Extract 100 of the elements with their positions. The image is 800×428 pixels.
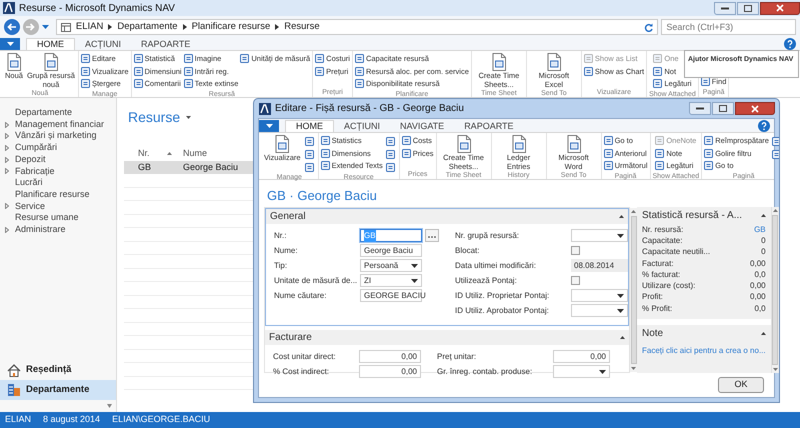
scrollbar[interactable] [629, 208, 637, 372]
icon-button[interactable] [304, 148, 316, 160]
icon-button[interactable] [770, 135, 779, 147]
help-icon[interactable] [758, 120, 770, 132]
collapse-icon [760, 332, 766, 336]
nav-item[interactable]: Lucrări [0, 177, 116, 189]
expand-icon [5, 203, 9, 210]
factbox-label: Facturat: [642, 258, 674, 270]
breadcrumb-link[interactable]: ELIAN [76, 20, 104, 34]
factbox-value: 0,00 [750, 258, 766, 270]
nav-item[interactable]: Administrare [0, 224, 116, 236]
breadcrumb-link[interactable]: Resurse [284, 20, 320, 34]
maximize-button[interactable] [737, 2, 759, 14]
table-row[interactable]: GB George Baciu [124, 161, 253, 174]
dropdown-field[interactable]: Persoană [360, 259, 422, 272]
checkbox[interactable] [571, 276, 580, 285]
navigation-pane-button[interactable]: Departamente [0, 380, 116, 400]
nav-item[interactable]: Departamente [0, 107, 116, 119]
building-icon [7, 383, 21, 397]
dropdown-field[interactable] [571, 304, 628, 317]
nav-item[interactable]: Fabricație [0, 165, 116, 178]
command-icon [134, 66, 142, 76]
nav-item[interactable]: Vânzări și marketing [0, 130, 116, 142]
field-label: Cost unitar direct: [273, 350, 337, 362]
icon-button[interactable] [304, 135, 316, 147]
close-button[interactable] [735, 102, 775, 115]
create-note-link[interactable]: Faceți clic aici pentru a crea o no... [642, 345, 766, 358]
command-icon [653, 66, 662, 76]
ribbon-tab[interactable]: ACȚIUNI [334, 120, 390, 132]
refresh-icon[interactable] [644, 22, 654, 32]
breadcrumb-link[interactable]: Departamente [117, 20, 178, 34]
command-icon [402, 136, 411, 146]
nav-item[interactable]: Service [0, 200, 116, 212]
dropdown-field[interactable]: ZI [360, 274, 422, 287]
dropdown-field[interactable] [571, 289, 628, 302]
scroll-up-icon [631, 210, 636, 213]
document-icon [42, 53, 59, 71]
dropdown-field[interactable] [553, 365, 610, 378]
field-label: Preț unitar: [437, 350, 478, 362]
dropdown-field[interactable] [571, 229, 628, 242]
factbox-header[interactable]: Statistică resursă - A... [642, 207, 766, 224]
ok-button[interactable]: OK [718, 377, 764, 393]
nav-item[interactable]: Resurse umane [0, 212, 116, 224]
command-icon [305, 162, 314, 172]
number-field[interactable]: 0,00 [553, 350, 610, 363]
icon-button[interactable] [384, 148, 397, 160]
icon-button[interactable] [384, 161, 397, 173]
document-icon [510, 135, 527, 153]
menu-button[interactable] [259, 120, 279, 132]
maximize-button[interactable] [712, 102, 734, 115]
address-field[interactable]: ELIAN Departamente Planificare resurse Resurse [56, 19, 658, 35]
nav-item[interactable]: Depozit [0, 154, 116, 166]
field-label: ID Utiliz. Aprobator Pontaj: [455, 304, 550, 316]
number-field[interactable]: 0,00 [359, 350, 421, 363]
factbox-value: 0 [761, 234, 766, 247]
icon-button[interactable] [384, 135, 397, 147]
ribbon-tab[interactable]: NAVIGATE [390, 120, 454, 132]
minimize-button[interactable] [714, 2, 736, 14]
chevron-down-icon[interactable] [107, 404, 112, 408]
icon-button[interactable] [770, 148, 779, 160]
app-logo-icon [3, 2, 15, 14]
text-field[interactable]: George Baciu [360, 244, 422, 257]
collapse-icon [619, 215, 624, 218]
minimize-button[interactable] [689, 102, 711, 115]
ribbon-tab[interactable]: RAPOARTE [454, 120, 524, 132]
nav-item[interactable]: Planificare resurse [0, 188, 116, 200]
breadcrumb-link[interactable]: Planificare resurse [192, 20, 270, 34]
back-button[interactable] [4, 19, 20, 35]
checkbox[interactable] [571, 246, 580, 255]
menu-button[interactable] [0, 38, 20, 50]
nav-item[interactable]: Cumpărări [0, 142, 116, 154]
factbox-header[interactable]: Note [642, 325, 766, 342]
help-icon[interactable] [784, 38, 796, 50]
factbox-link[interactable]: GB [754, 224, 766, 236]
nav-item[interactable]: Management financiar [0, 118, 116, 130]
caret-icon[interactable] [186, 116, 192, 119]
window-title: Resurse - Microsoft Dynamics NAV [19, 2, 175, 16]
command-icon [80, 54, 90, 64]
fasttab-header[interactable]: Facturare [265, 330, 629, 345]
navigation-pane-button[interactable]: Reședință [0, 360, 116, 380]
icon-button[interactable] [304, 161, 316, 173]
fasttab-header[interactable]: General [266, 209, 628, 224]
factbox-value: 0,0 [754, 268, 766, 281]
field-label: Nr. grupă resursă: [455, 230, 520, 242]
field-label: ID Utiliz. Proprietar Pontaj: [455, 290, 550, 302]
number-field[interactable]: 0,00 [359, 365, 421, 378]
command-icon [315, 66, 324, 76]
column-header[interactable]: Nume [183, 146, 208, 160]
ribbon-tab[interactable]: HOME [26, 38, 75, 50]
command-icon [704, 148, 714, 158]
ribbon-tab[interactable]: ACȚIUNI [75, 38, 131, 50]
lookup-button[interactable] [425, 229, 439, 242]
ribbon-tab[interactable]: HOME [285, 120, 334, 132]
search-field[interactable]: Search (Ctrl+F3) [661, 19, 796, 35]
collapse-icon [760, 214, 766, 217]
command-icon [184, 54, 193, 64]
caret-icon [411, 264, 418, 268]
close-button[interactable] [760, 2, 800, 14]
ribbon-tab[interactable]: RAPOARTE [131, 38, 200, 50]
column-header[interactable]: Nr. [138, 146, 172, 160]
